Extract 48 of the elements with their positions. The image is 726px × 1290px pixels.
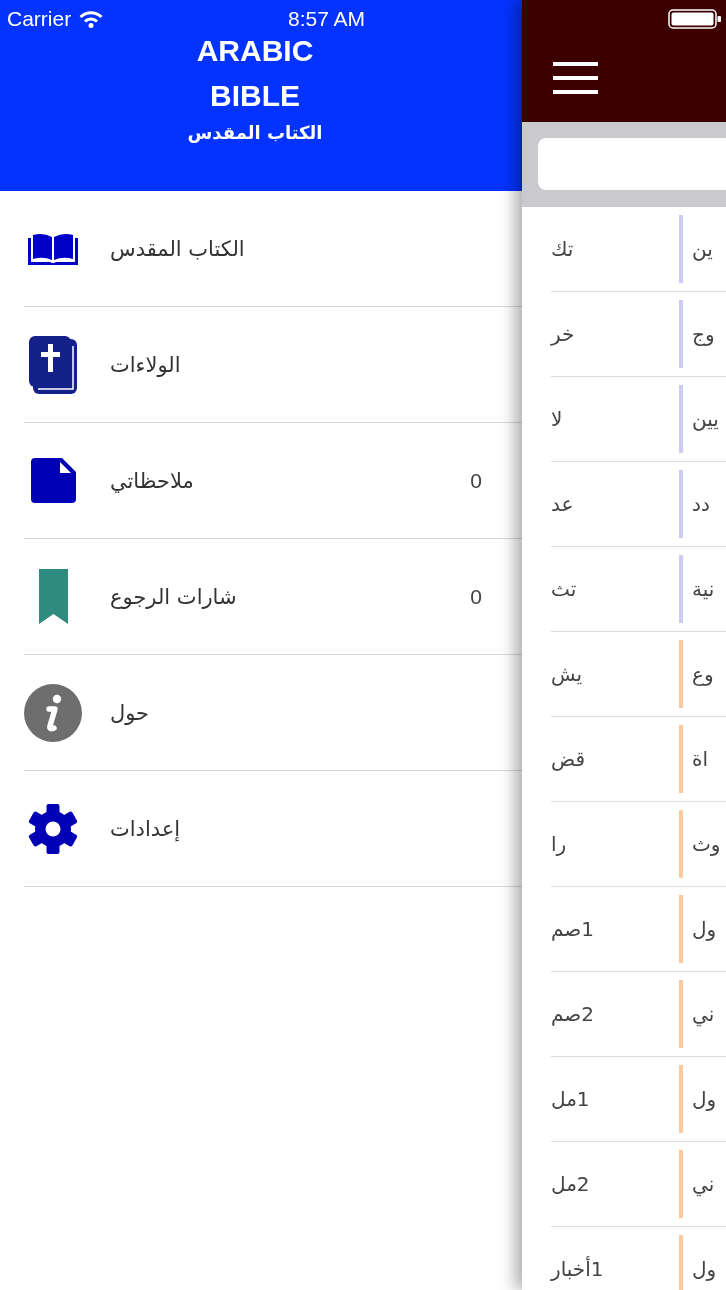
book-abbreviation[interactable]: 1أخبار [551,1257,604,1281]
menu-item[interactable]: الولاءات [110,352,181,377]
book-abbreviation[interactable]: عد [551,492,574,516]
document-icon [30,458,76,503]
book-abbreviation[interactable]: را [551,832,567,856]
book-name[interactable]: ول [692,917,717,941]
battery-icon [668,9,722,29]
book-name[interactable]: ني [692,1172,715,1196]
book-abbreviation[interactable]: يش [551,662,583,686]
book-abbreviation[interactable]: 2مل [551,1172,590,1196]
menu-item[interactable]: الكتاب المقدس [110,236,245,261]
menu-item[interactable]: ملاحظاتي [110,468,194,493]
book-abbreviation[interactable]: لا [551,407,563,431]
menu-item[interactable]: إعدادات [110,816,181,841]
book-name[interactable]: ني [692,1002,715,1026]
book-name[interactable]: وث [692,832,721,856]
book-name[interactable]: نية [692,577,715,601]
carrier-label: Carrier [7,7,72,31]
book-name[interactable]: وج [692,322,715,346]
book-name[interactable]: ول [692,1087,717,1111]
bookmark-icon [38,569,68,624]
item-count: 0 [470,468,482,493]
book-name[interactable]: ول [692,1257,717,1281]
book-name[interactable]: اة [692,747,709,771]
info-icon [24,683,82,742]
menu-item[interactable]: حول [110,700,150,725]
app-title: ARABIC BIBLE [196,33,314,114]
time-label: 8:57 AM [288,7,366,31]
book-abbreviation[interactable]: خر [551,322,575,346]
book-name[interactable]: ين [692,237,713,261]
search-field[interactable] [538,138,726,190]
menu-icon[interactable] [553,62,598,94]
book-name[interactable]: دد [692,492,710,516]
book-name[interactable]: يين [692,407,719,431]
book-abbreviation[interactable]: 1صم [551,917,595,941]
book-abbreviation[interactable]: 2صم [551,1002,595,1026]
book-abbreviation[interactable]: تث [551,577,577,601]
app-subtitle: الكتاب المقدس [187,121,323,145]
book-abbreviation[interactable]: 1مل [551,1087,590,1111]
item-count: 0 [470,584,482,609]
open-book-icon [28,232,78,265]
gear-icon [28,803,78,854]
menu-item[interactable]: شارات الرجوع [110,584,237,609]
cross-book-icon [29,335,77,394]
book-abbreviation[interactable]: قض [551,747,586,771]
book-name[interactable]: وع [692,662,714,686]
wifi-icon [79,10,104,28]
book-abbreviation[interactable]: تك [551,237,574,261]
